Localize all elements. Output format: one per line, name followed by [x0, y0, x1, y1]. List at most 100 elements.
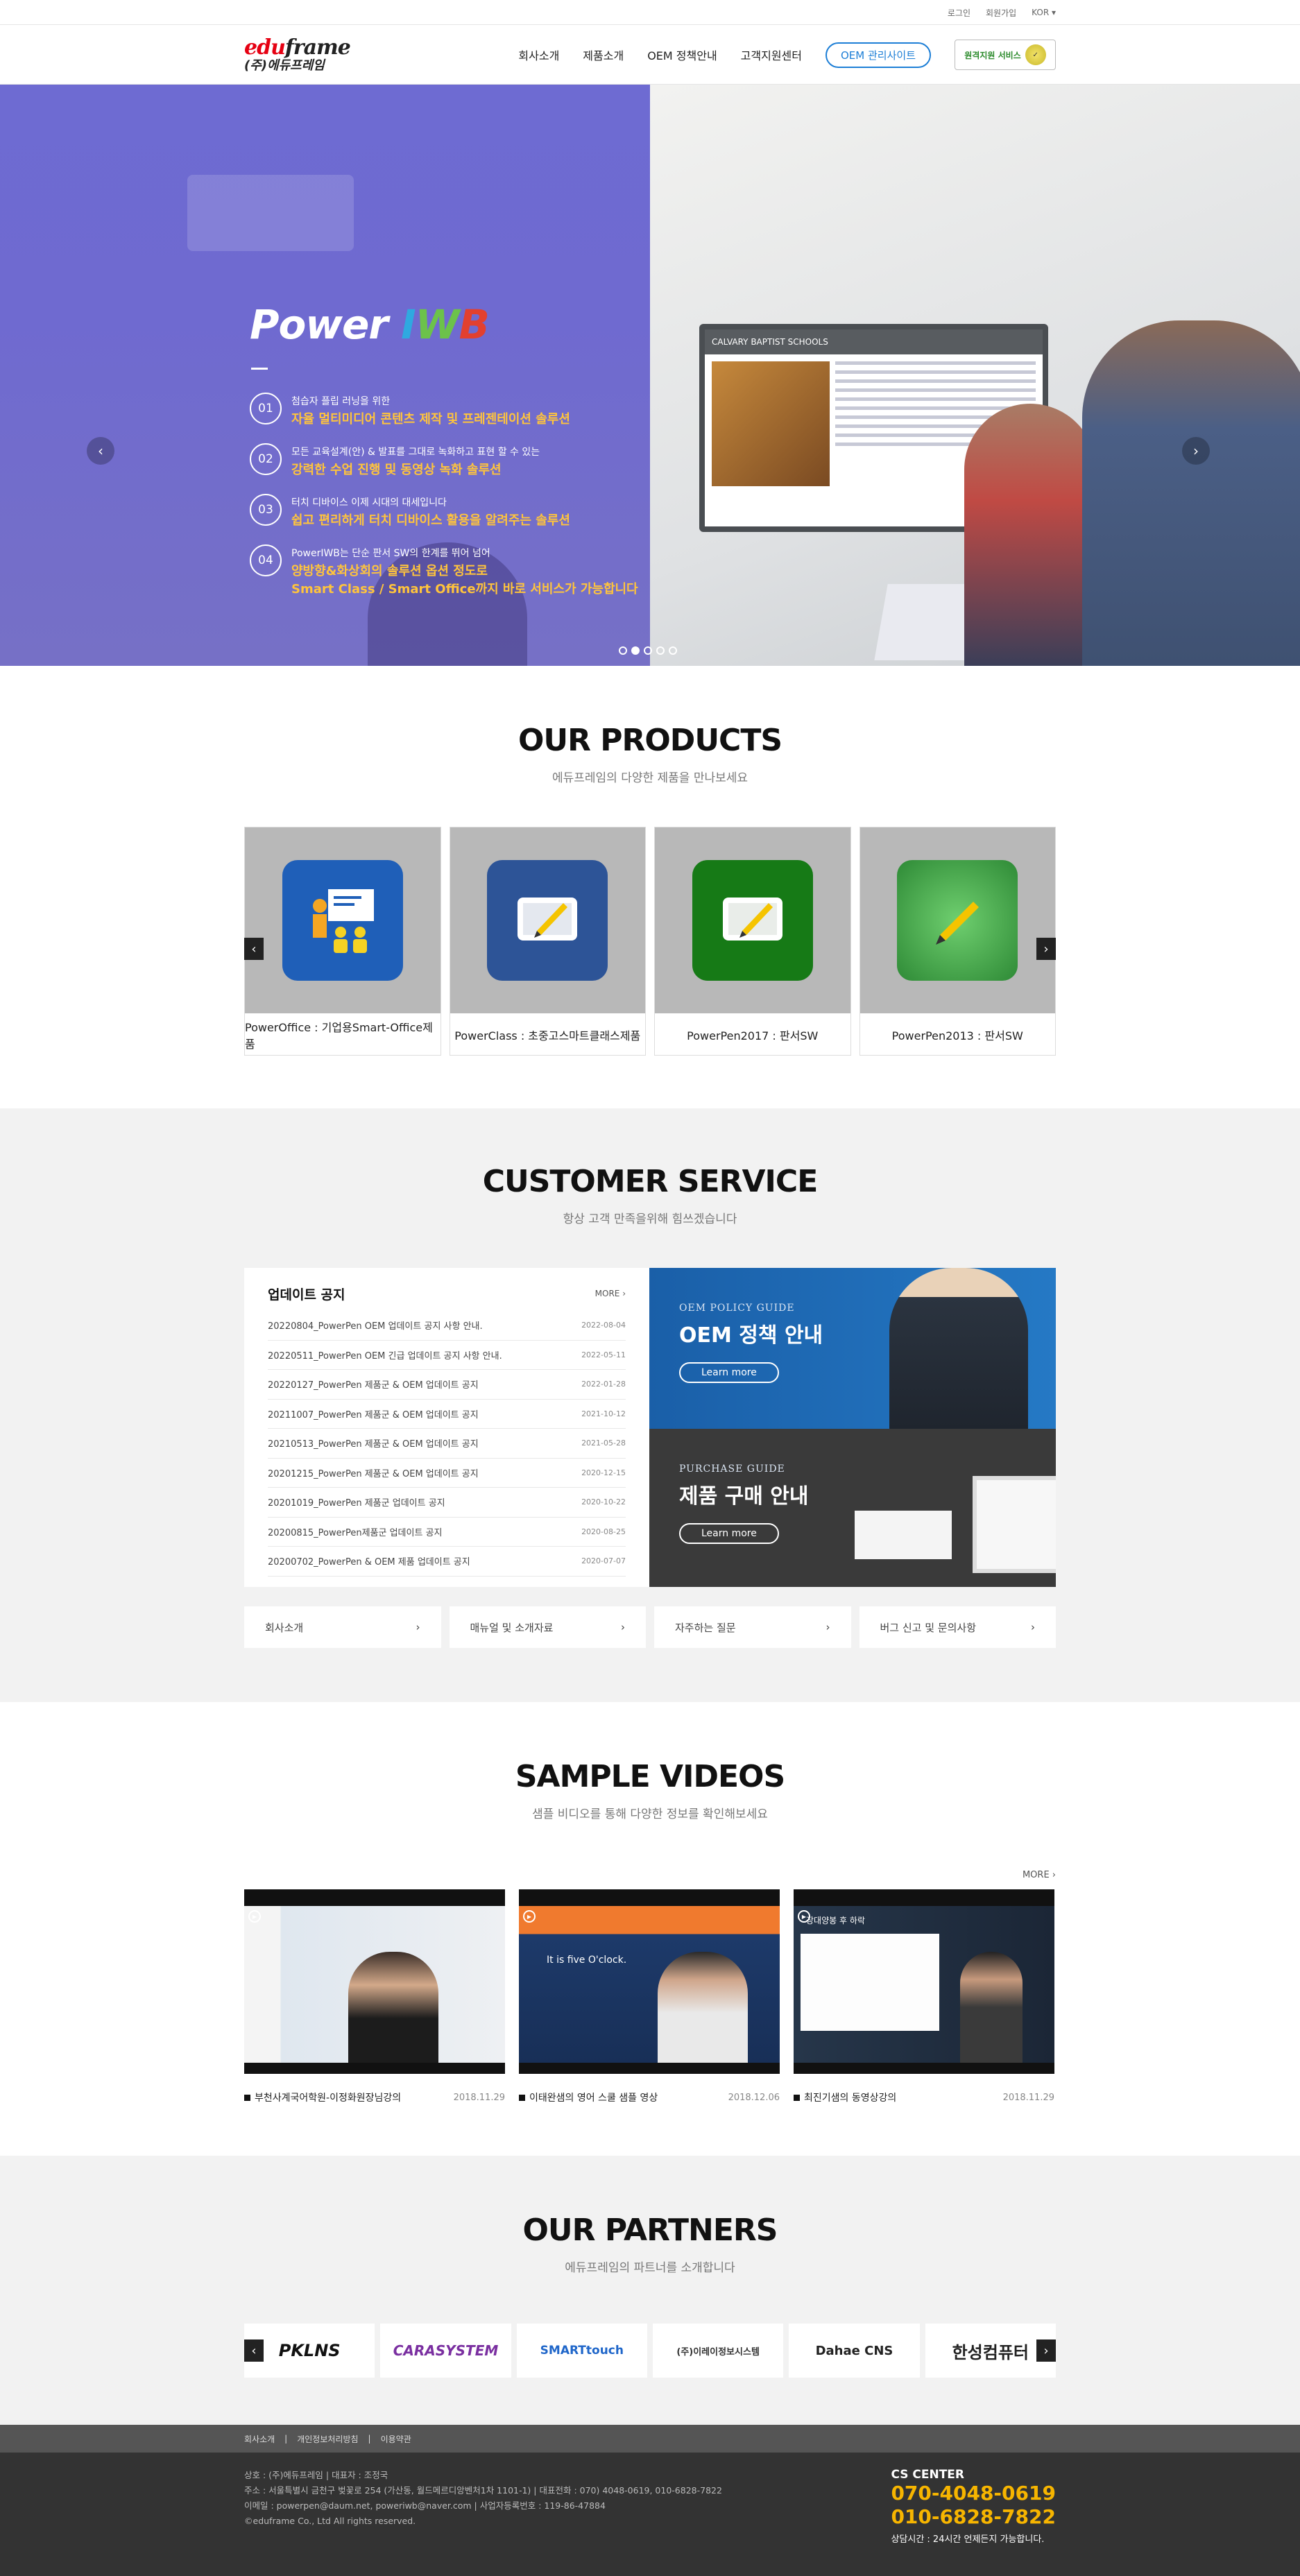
- video-caption: It is five O'clock.: [547, 1955, 627, 1966]
- hero-next-arrow[interactable]: ›: [1182, 437, 1210, 465]
- cs-phone[interactable]: 070-4048-0619: [891, 2482, 1056, 2505]
- businessman-image: [889, 1268, 1028, 1429]
- logo[interactable]: eduframe (주)에듀프레임: [244, 37, 351, 73]
- slide-dot[interactable]: [656, 646, 665, 655]
- video-thumbnail[interactable]: ▶: [244, 1889, 505, 2074]
- hero-feature: 02 모든 교육설계(안) & 발표를 그대로 녹화하고 표현 할 수 있는 강력…: [250, 443, 540, 479]
- hero-feature: 04 PowerIWB는 단순 판서 SW의 한계를 뛰어 넘어 양방향&화상회의…: [250, 544, 638, 599]
- join-link[interactable]: 회원가입: [986, 7, 1016, 19]
- notice-item[interactable]: 20200815_PowerPen제품군 업데이트 공지 2020-08-25: [268, 1518, 626, 1547]
- slide-dot[interactable]: [619, 646, 627, 655]
- footer-link-privacy[interactable]: 개인정보처리방침: [297, 2433, 358, 2445]
- title-underline: [251, 368, 268, 370]
- video-card[interactable]: ▶ 부천사계국어학원-이정화원장님강의 2018.11.29: [244, 1889, 505, 2104]
- videos-more-link[interactable]: MORE ›: [244, 1870, 1056, 1884]
- partner-logo[interactable]: PKLNS: [244, 2324, 375, 2378]
- nav-item-oem-policy[interactable]: OEM 정책안내: [647, 46, 717, 63]
- quick-link-company[interactable]: 회사소개 ›: [244, 1606, 441, 1648]
- hero-prev-arrow[interactable]: ‹: [87, 437, 114, 465]
- purchase-guide-banner[interactable]: PURCHASE GUIDE 제품 구매 안내 Learn more: [649, 1429, 1056, 1587]
- notice-item[interactable]: 20220804_PowerPen OEM 업데이트 공지 사항 안내. 2022…: [268, 1311, 626, 1341]
- product-card[interactable]: PowerClass : 초중고스마트클래스제품: [449, 827, 646, 1056]
- notice-item[interactable]: 20211007_PowerPen 제품군 & OEM 업데이트 공지 2021-…: [268, 1400, 626, 1429]
- quick-link-label: 회사소개: [265, 1621, 304, 1634]
- board-title: CALVARY BAPTIST SCHOOLS: [705, 329, 1043, 354]
- quick-link-label: 버그 신고 및 문의사항: [880, 1621, 977, 1634]
- notice-item[interactable]: 20201019_PowerPen 제품군 업데이트 공지 2020-10-22: [268, 1488, 626, 1518]
- footer-divider: |: [284, 2434, 288, 2444]
- language-select[interactable]: KOR ▾: [1032, 8, 1056, 17]
- oem-site-button[interactable]: OEM 관리사이트: [826, 42, 931, 68]
- login-link[interactable]: 로그인: [948, 7, 970, 19]
- oem-policy-guide-banner[interactable]: OEM POLICY GUIDE OEM 정책 안내 Learn more: [649, 1268, 1056, 1429]
- video-card[interactable]: ▶ 장대양봉 후 하락 최진기샘의 동영상강의 2018.11.29: [794, 1889, 1054, 2104]
- feature-caption: PowerIWB는 단순 판서 SW의 한계를 뛰어 넘어: [291, 548, 490, 559]
- notice-item[interactable]: 20200702_PowerPen & OEM 제품 업데이트 공지 2020-0…: [268, 1547, 626, 1577]
- footer-link-bar: 회사소개 | 개인정보처리방침 | 이용약관: [0, 2425, 1300, 2453]
- learn-more-button[interactable]: Learn more: [679, 1523, 779, 1544]
- quick-link-bug-report[interactable]: 버그 신고 및 문의사항 ›: [859, 1606, 1056, 1648]
- notice-date: 2022-08-04: [581, 1321, 626, 1330]
- section-title: OUR PARTNERS: [522, 2213, 778, 2248]
- notice-title: 20201019_PowerPen 제품군 업데이트 공지: [268, 1498, 445, 1509]
- product-card[interactable]: PowerOffice : 기업용Smart-Office제품: [244, 827, 441, 1056]
- notice-title: 업데이트 공지: [268, 1287, 345, 1303]
- footer-link-terms[interactable]: 이용약관: [381, 2433, 411, 2445]
- info-line: 이메일 : powerpen@daum.net, poweriwb@naver.…: [244, 2500, 606, 2511]
- nav-item-support[interactable]: 고객지원센터: [741, 46, 802, 63]
- video-thumbnail[interactable]: ▶ It is five O'clock.: [519, 1889, 780, 2074]
- quick-link-manual[interactable]: 매뉴얼 및 소개자료 ›: [449, 1606, 646, 1648]
- partner-logo[interactable]: CARASYSTEM: [380, 2324, 511, 2378]
- notice-item[interactable]: 20220511_PowerPen OEM 긴급 업데이트 공지 사항 안내. 2…: [268, 1341, 626, 1370]
- person-image: [964, 404, 1096, 666]
- pen-tablet-icon: [897, 860, 1018, 981]
- quick-link-faq[interactable]: 자주하는 질문 ›: [654, 1606, 851, 1648]
- partner-prev-arrow[interactable]: ‹: [244, 2339, 264, 2362]
- notice-board: 업데이트 공지 MORE › 20220804_PowerPen OEM 업데이…: [244, 1268, 649, 1587]
- notice-more-link[interactable]: MORE ›: [595, 1289, 626, 1298]
- info-line: ©eduframe Co., Ltd All rights reserved.: [244, 2516, 416, 2526]
- product-card[interactable]: PowerPen2013 : 판서SW: [859, 827, 1056, 1056]
- presenter-image: [658, 1952, 748, 2063]
- logo-text-korean: (주)에듀프레임: [244, 58, 325, 73]
- cs-title: CS CENTER: [891, 2468, 965, 2482]
- notice-title: 20201215_PowerPen 제품군 & OEM 업데이트 공지: [268, 1468, 479, 1479]
- slide-dot-active[interactable]: [631, 646, 640, 655]
- partner-logo[interactable]: SMARTtouch: [516, 2324, 647, 2378]
- video-title: 최진기샘의 동영상강의: [794, 2090, 896, 2104]
- cs-phone[interactable]: 010-6828-7822: [891, 2505, 1056, 2529]
- slide-dot[interactable]: [644, 646, 652, 655]
- nav-item-company[interactable]: 회사소개: [518, 46, 559, 63]
- section-subtitle: 에듀프레임의 파트너를 소개합니다: [565, 2261, 735, 2275]
- products-section: OUR PRODUCTS 에듀프레임의 다양한 제품을 만나보세요 PowerO…: [0, 666, 1300, 1108]
- slide-dot[interactable]: [669, 646, 677, 655]
- partner-logo[interactable]: Dahae CNS: [789, 2324, 920, 2378]
- notice-date: 2022-05-11: [581, 1350, 626, 1359]
- air-conditioner-image: [187, 175, 354, 251]
- hero-title: Power IWB: [250, 301, 490, 348]
- play-icon: ▶: [248, 1910, 261, 1923]
- notice-item[interactable]: 20220127_PowerPen 제품군 & OEM 업데이트 공지 2022-…: [268, 1370, 626, 1400]
- partner-logo[interactable]: (주)이레이정보시스템: [652, 2324, 784, 2378]
- product-prev-arrow[interactable]: ‹: [244, 938, 264, 960]
- section-subtitle: 에듀프레임의 다양한 제품을 만나보세요: [551, 771, 749, 785]
- nav-item-products[interactable]: 제품소개: [583, 46, 624, 63]
- product-card[interactable]: PowerPen2017 : 판서SW: [654, 827, 851, 1056]
- quick-link-label: 자주하는 질문: [675, 1621, 736, 1634]
- cs-center: CS CENTER 070-4048-0619 010-6828-7822 상담…: [891, 2468, 1056, 2545]
- sample-videos-section: SAMPLE VIDEOS 샘플 비디오를 통해 다양한 정보를 확인해보세요 …: [0, 1702, 1300, 2156]
- footer-link-company[interactable]: 회사소개: [244, 2433, 275, 2445]
- notice-item[interactable]: 20201215_PowerPen 제품군 & OEM 업데이트 공지 2020-…: [268, 1459, 626, 1488]
- support-icon: ✓: [1025, 44, 1046, 65]
- video-thumbnail[interactable]: ▶ 장대양봉 후 하락: [794, 1889, 1054, 2074]
- product-next-arrow[interactable]: ›: [1036, 938, 1056, 960]
- partner-carousel: PKLNS CARASYSTEM SMARTtouch (주)이레이정보시스템 …: [244, 2324, 1056, 2378]
- video-card[interactable]: ▶ It is five O'clock. 이태완샘의 영어 스쿨 샘플 영상 2…: [519, 1889, 780, 2104]
- notice-item[interactable]: 20210513_PowerPen 제품군 & OEM 업데이트 공지 2021-…: [268, 1429, 626, 1459]
- feature-caption: 터치 디바이스 이제 시대의 대세입니다: [291, 497, 447, 508]
- learn-more-button[interactable]: Learn more: [679, 1362, 779, 1383]
- partner-next-arrow[interactable]: ›: [1036, 2339, 1056, 2362]
- notice-title: 20220127_PowerPen 제품군 & OEM 업데이트 공지: [268, 1380, 479, 1391]
- feature-number: 04: [250, 544, 282, 576]
- remote-support-button[interactable]: 원격지원 서비스 ✓: [955, 40, 1056, 70]
